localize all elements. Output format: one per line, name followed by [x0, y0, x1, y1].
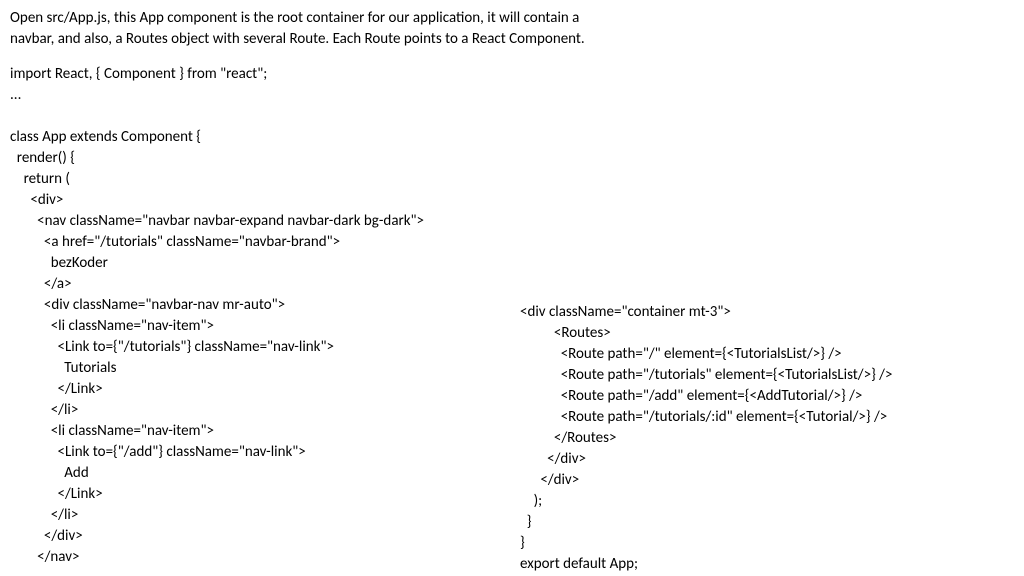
code-block-right: <div className="container mt-3"> <Routes… — [520, 302, 892, 575]
intro-line-2: navbar, and also, a Routes object with s… — [10, 29, 1014, 50]
intro-line-1: Open src/App.js, this App component is t… — [10, 8, 1014, 29]
intro-paragraph: Open src/App.js, this App component is t… — [10, 8, 1014, 50]
